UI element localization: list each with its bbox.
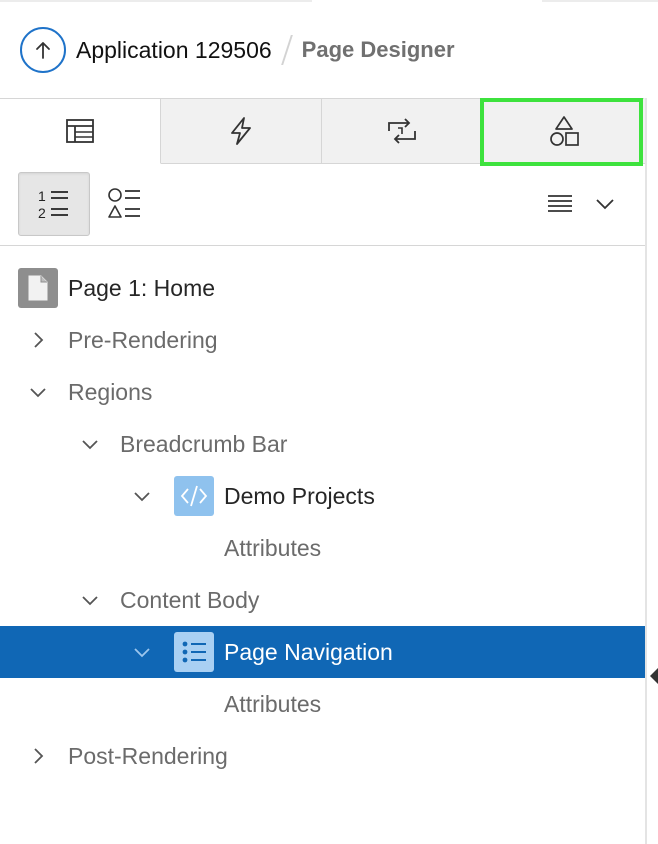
designer-tabs xyxy=(0,98,645,164)
tree-node-label: Attributes xyxy=(224,690,322,717)
tree-node-content-body[interactable]: Content Body xyxy=(0,574,645,626)
tree-node-label: Demo Projects xyxy=(224,482,375,509)
chevron-down-icon xyxy=(596,199,614,210)
page-title: Page Designer xyxy=(301,37,455,62)
chevron-down-icon[interactable] xyxy=(78,588,102,612)
tree-node-pre-rendering[interactable]: Pre-Rendering xyxy=(0,314,645,366)
list-region-icon xyxy=(174,632,214,672)
shapes-list-icon xyxy=(108,188,140,218)
chevron-down-icon[interactable] xyxy=(130,484,154,508)
chevron-down-icon[interactable] xyxy=(130,640,154,664)
tab-dynamic-actions[interactable] xyxy=(161,98,322,163)
tree-node-label: Breadcrumb Bar xyxy=(120,430,288,457)
rendering-tree-icon xyxy=(66,119,94,143)
group-by-processing-order-button[interactable] xyxy=(90,172,162,236)
application-link[interactable]: Application 129506 xyxy=(76,37,272,64)
tab-rendering[interactable] xyxy=(0,98,161,164)
tree-node-post-rendering[interactable]: Post-Rendering xyxy=(0,730,645,782)
tree-node-label: Page Navigation xyxy=(224,638,393,665)
group-by-component-type-button[interactable]: 1 2 xyxy=(18,172,90,236)
tree-node-page-navigation[interactable]: Page Navigation xyxy=(0,626,645,678)
breadcrumb-separator xyxy=(280,35,293,65)
tree-node-label: Post-Rendering xyxy=(68,742,228,769)
chevron-down-icon[interactable] xyxy=(78,432,102,456)
tree-node-attributes[interactable]: Attributes xyxy=(0,522,645,574)
up-arrow-button[interactable] xyxy=(20,27,66,73)
shared-components-shapes-icon xyxy=(549,116,579,146)
tree-node-label: Regions xyxy=(68,378,153,405)
tree-node-demo-projects[interactable]: Demo Projects xyxy=(0,470,645,522)
chevron-right-icon[interactable] xyxy=(26,744,50,768)
menu-lines-icon xyxy=(548,195,572,212)
top-border xyxy=(0,0,658,2)
tree-node-label: Page 1: Home xyxy=(68,274,216,301)
numbered-list-icon: 1 2 xyxy=(38,188,68,221)
svg-text:2: 2 xyxy=(38,205,46,221)
lightning-bolt-icon xyxy=(231,117,251,145)
tab-processing[interactable] xyxy=(322,98,483,163)
processing-arrows-icon xyxy=(388,118,416,144)
tree-node-label: Pre-Rendering xyxy=(68,326,218,353)
page-icon xyxy=(18,268,58,308)
code-region-icon xyxy=(174,476,214,516)
tree-node-label: Attributes xyxy=(224,534,322,561)
tree-menu-button[interactable] xyxy=(546,184,616,224)
tree-node-regions[interactable]: Regions xyxy=(0,366,645,418)
tree-node-breadcrumb-bar[interactable]: Breadcrumb Bar xyxy=(0,418,645,470)
chevron-down-icon[interactable] xyxy=(26,380,50,404)
splitter-collapse-icon[interactable] xyxy=(650,668,658,684)
tree-node-label: Content Body xyxy=(120,586,260,613)
svg-text:1: 1 xyxy=(38,188,46,204)
pane-splitter[interactable] xyxy=(645,98,647,844)
tab-shared-components[interactable] xyxy=(483,98,644,163)
tree-node-page[interactable]: Page 1: Home xyxy=(0,262,645,314)
page-header: Application 129506 Page Designer xyxy=(20,20,455,80)
arrow-up-icon xyxy=(36,42,50,59)
tree-node-attributes[interactable]: Attributes xyxy=(0,678,645,730)
chevron-right-icon[interactable] xyxy=(26,328,50,352)
tree-toolbar: 1 2 xyxy=(0,166,645,246)
